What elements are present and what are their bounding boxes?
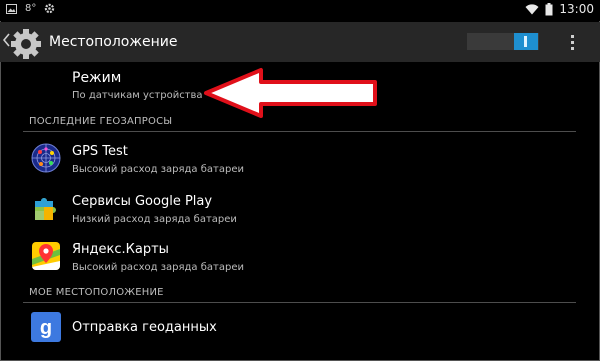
wifi-icon (525, 3, 539, 14)
google-play-services-icon (35, 198, 56, 220)
list-item-title[interactable]: GPS Test (72, 144, 128, 159)
svg-text:g: g (40, 317, 52, 339)
overflow-menu-icon[interactable] (571, 35, 574, 53)
yandex-maps-icon (32, 242, 60, 270)
clock: 13:00 (559, 2, 594, 16)
status-right: 13:00 (525, 2, 594, 16)
status-left: 8° (6, 3, 55, 14)
settings-notification-icon (45, 3, 55, 14)
action-bar: Местоположение (0, 22, 600, 62)
weather-temperature: 8° (25, 3, 37, 14)
page-title: Местоположение (49, 34, 178, 50)
mode-title[interactable]: Режим (72, 70, 121, 86)
status-bar: 8° 13:00 (0, 0, 600, 21)
list-item-subtitle: Низкий расход заряда батареи (72, 214, 237, 225)
annotation-arrow-icon (204, 68, 377, 118)
list-item-subtitle: Высокий расход заряда батареи (72, 164, 244, 175)
google-icon: g (31, 312, 61, 342)
toggle-on-indicator (524, 36, 527, 47)
settings-gear-icon[interactable] (10, 28, 42, 60)
back-chevron-icon[interactable] (3, 33, 10, 47)
gallery-notification-icon (6, 3, 17, 14)
gps-test-icon (31, 143, 61, 173)
list-item-title[interactable]: Яндекс.Карты (72, 242, 169, 257)
list-item-title[interactable]: Отправка геоданных (72, 320, 217, 335)
section-header-recent: ПОСЛЕДНИЕ ГЕОЗАПРОСЫ (29, 116, 173, 127)
battery-icon (545, 2, 553, 15)
list-item-subtitle: Высокий расход заряда батареи (72, 262, 244, 273)
section-divider (23, 131, 576, 132)
section-header-my-location: МОЕ МЕСТОПОЛОЖЕНИЕ (29, 287, 164, 298)
section-divider (23, 302, 576, 303)
mode-subtitle: По датчикам устройства (72, 90, 203, 101)
list-item-title[interactable]: Сервисы Google Play (72, 194, 212, 209)
